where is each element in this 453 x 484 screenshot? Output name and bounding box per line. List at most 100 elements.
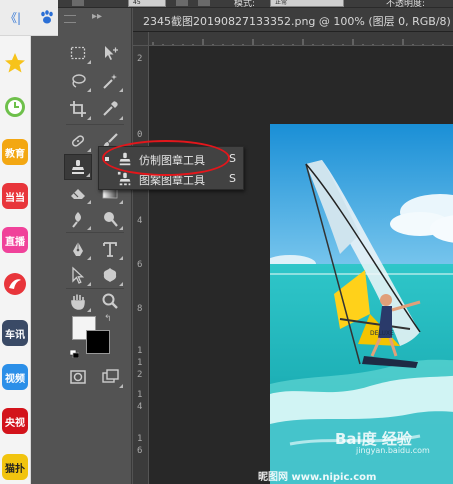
zoom-icon — [102, 293, 118, 309]
pattern-stamp-icon — [117, 171, 131, 186]
cctv-label: 央视 — [5, 417, 25, 429]
dodge-icon — [104, 212, 118, 227]
eraser-tool[interactable] — [64, 180, 92, 206]
sidebar-item-favorites[interactable] — [2, 50, 28, 76]
smudge-tool[interactable] — [64, 206, 92, 232]
vruler-tick: 1 — [137, 434, 143, 444]
vruler-tick: 4 — [137, 216, 143, 226]
document-tab[interactable]: 2345截图20190827133352.png @ 100% (图层 0, R… — [133, 8, 453, 32]
pen-icon — [73, 242, 83, 256]
submenu-indicator — [87, 256, 91, 260]
screen: 《| 教育 当当 直播 车讯 视频 央视 猫扑 45 模式: 正常 不透明度: … — [0, 0, 453, 484]
magic-wand-tool[interactable] — [96, 68, 124, 94]
collapse-arrows-icon[interactable]: ▸▸ — [92, 11, 102, 22]
canvas[interactable]: DELUXE — [149, 46, 453, 484]
mode-value: 正常 — [275, 0, 288, 6]
sidebar-item-maopu[interactable]: 猫扑 — [2, 454, 28, 480]
clone-stamp-tool[interactable] — [64, 154, 92, 180]
maopu-label: 猫扑 — [5, 463, 25, 475]
custom-shape-tool[interactable] — [96, 262, 124, 288]
sidebar-item-history[interactable] — [2, 94, 28, 120]
eyedropper-icon — [103, 101, 118, 116]
dangdang-label: 当当 — [5, 192, 25, 204]
submenu-indicator — [87, 116, 91, 120]
healing-brush-tool[interactable] — [64, 128, 92, 154]
submenu-indicator — [119, 282, 123, 286]
sidebar-collapse[interactable]: 《| — [0, 0, 31, 36]
rect-marquee-icon — [70, 46, 86, 60]
vruler-tick: 2 — [137, 54, 143, 64]
tools-panel-header[interactable]: ▸▸ — [64, 11, 126, 37]
swap-colors-icon[interactable]: ↰ — [104, 314, 112, 324]
vertical-ruler[interactable]: 2 0 2 4 6 8 1 1 2 1 4 1 6 — [133, 46, 149, 484]
submenu-indicator — [87, 226, 91, 230]
vruler-tick: 0 — [137, 130, 143, 140]
sidebar-item-video[interactable]: 视频 — [2, 364, 28, 390]
panel-grip-icon[interactable] — [64, 15, 76, 23]
quick-mask-tool[interactable] — [64, 364, 92, 390]
submenu-indicator — [119, 116, 123, 120]
flyout-item-shortcut: S — [229, 152, 236, 165]
submenu-indicator — [119, 226, 123, 230]
clone-source-icon[interactable] — [198, 0, 210, 6]
submenu-indicator — [87, 148, 91, 152]
move-tool[interactable] — [96, 40, 124, 66]
custom-shape-icon — [103, 268, 117, 282]
path-select-tool[interactable] — [64, 262, 92, 288]
lasso-tool[interactable] — [64, 68, 92, 94]
clock-icon — [5, 97, 25, 117]
type-icon — [103, 242, 117, 257]
submenu-indicator — [119, 200, 123, 204]
toolbar-divider — [66, 124, 124, 125]
collapse-icon[interactable]: 《| — [5, 9, 21, 26]
sidebar-item-car-news[interactable]: 车讯 — [2, 320, 28, 346]
horizontal-ruler-ticks — [152, 39, 444, 45]
screen-mode-tool[interactable] — [96, 364, 124, 390]
sidebar-item-phoenix[interactable] — [2, 271, 28, 297]
mode-select[interactable]: 正常 — [270, 0, 344, 7]
submenu-indicator — [86, 173, 90, 177]
brush-size-field[interactable]: 45 — [128, 0, 166, 7]
type-tool[interactable] — [96, 236, 124, 262]
submenu-indicator — [87, 308, 91, 312]
tools-panel: ▸▸ ↰ — [58, 8, 132, 484]
vruler-tick: 6 — [137, 446, 143, 456]
rect-marquee-tool[interactable] — [64, 40, 92, 66]
phoenix-icon — [4, 273, 26, 295]
lasso-icon — [72, 74, 86, 88]
ruler-origin[interactable] — [133, 32, 149, 46]
default-colors-icon[interactable] — [70, 350, 79, 358]
baidu-paw-icon — [41, 10, 53, 24]
submenu-indicator — [87, 60, 91, 64]
sidebar-item-dangdang[interactable]: 当当 — [2, 183, 28, 209]
path-select-icon — [72, 266, 85, 284]
smudge-icon — [72, 212, 81, 228]
sidebar-item-education[interactable]: 教育 — [2, 139, 28, 165]
browser-sidebar: 《| 教育 当当 直播 车讯 视频 央视 猫扑 — [0, 0, 31, 484]
crop-tool[interactable] — [64, 96, 92, 122]
live-label: 直播 — [5, 236, 25, 248]
submenu-indicator — [119, 256, 123, 260]
brush-panel-icon[interactable] — [176, 0, 188, 6]
submenu-indicator — [87, 88, 91, 92]
svg-text:DELUXE: DELUXE — [370, 330, 394, 337]
background-color-swatch[interactable] — [86, 330, 110, 354]
dodge-tool[interactable] — [96, 206, 124, 232]
hand-tool[interactable] — [64, 288, 92, 314]
zoom-tool[interactable] — [96, 288, 124, 314]
sidebar-item-cctv[interactable]: 央视 — [2, 408, 28, 434]
tool-preset-icon[interactable] — [72, 0, 84, 6]
sidebar-item-live[interactable]: 直播 — [2, 227, 28, 253]
eyedropper-tool[interactable] — [96, 96, 124, 122]
document-window: 2345截图20190827133352.png @ 100% (图层 0, R… — [133, 8, 453, 484]
hand-icon — [71, 294, 85, 310]
pen-tool[interactable] — [64, 236, 92, 262]
eraser-icon — [71, 189, 85, 199]
vruler-tick: 6 — [137, 260, 143, 270]
vruler-tick: 4 — [137, 402, 143, 412]
vruler-tick: 1 — [137, 346, 143, 356]
screen-mode-icon — [102, 369, 119, 383]
video-label: 视频 — [5, 373, 25, 385]
horizontal-ruler[interactable] — [149, 32, 453, 46]
vruler-tick: 2 — [137, 370, 143, 380]
